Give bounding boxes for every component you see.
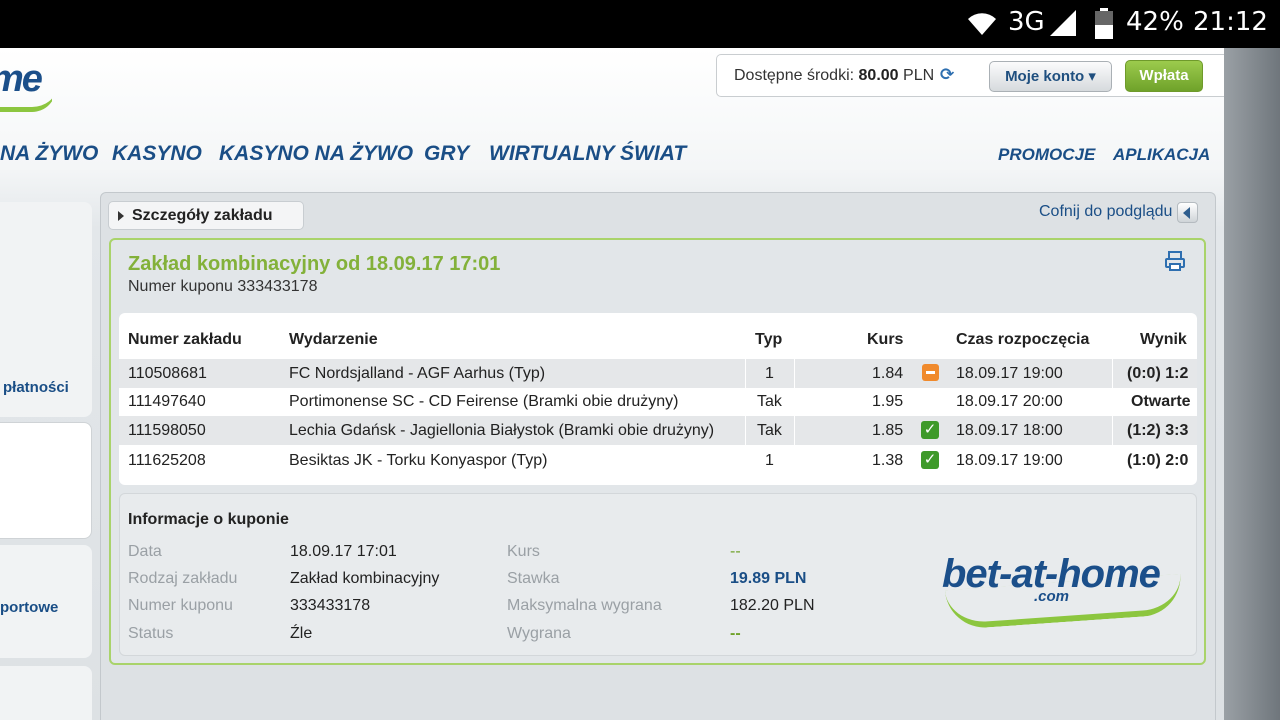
- back-arrow-icon[interactable]: [1177, 202, 1198, 223]
- info-label-bet-kind: Rodzaj zakładu: [128, 570, 238, 587]
- wifi-icon: [968, 13, 996, 35]
- battery-icon: [1095, 8, 1113, 39]
- bet-type: 1: [765, 365, 774, 382]
- col-bet-number: Numer zakładu: [128, 331, 242, 348]
- account-bar: Dostępne środki: 80.00 PLN ⟳ Moje konto …: [716, 54, 1224, 97]
- start-time: 18.09.17 20:00: [956, 393, 1063, 410]
- info-label-max-win: Maksymalna wygrana: [507, 597, 662, 614]
- bet-odds: 1.95: [872, 393, 904, 410]
- event-name: Lechia Gdańsk - Jagiellonia Białystok (B…: [289, 422, 715, 439]
- won-status-icon: ✓: [921, 421, 939, 439]
- start-time: 18.09.17 19:00: [956, 365, 1063, 382]
- bet-odds: 1.85: [872, 422, 904, 439]
- info-value-odds: --: [730, 543, 741, 560]
- event-name: Besiktas JK - Torku Konyaspor (Typ): [289, 452, 548, 469]
- col-result: Wynik: [1140, 331, 1187, 348]
- bet-number: 110508681: [128, 365, 207, 382]
- info-label-stake: Stawka: [507, 570, 560, 587]
- bet-title: Zakład kombinacyjny od 18.09.17 17:01: [128, 253, 501, 275]
- bet-result: (0:0) 1:2: [1127, 365, 1189, 382]
- nav-casino[interactable]: KASYNO: [112, 142, 202, 166]
- funds-currency: PLN: [903, 67, 935, 84]
- info-label-date: Data: [128, 543, 162, 560]
- info-label-odds: Kurs: [507, 543, 540, 560]
- info-value-win: --: [730, 625, 741, 642]
- info-value-coupon-number: 333433178: [290, 597, 371, 614]
- col-start-time: Czas rozpoczęcia: [956, 331, 1090, 348]
- event-name: FC Nordsjalland - AGF Aarhus (Typ): [289, 365, 546, 382]
- bet-odds: 1.38: [872, 452, 904, 469]
- sidebar-panel-blank: [0, 422, 92, 539]
- start-time: 18.09.17 19:00: [956, 452, 1063, 469]
- cell-divider: [745, 359, 746, 388]
- event-name: Portimonense SC - CD Feirense (Bramki ob…: [289, 393, 679, 410]
- network-type: 3G: [1008, 7, 1045, 37]
- cell-divider: [745, 416, 746, 445]
- sidebar-panel-more: [0, 666, 92, 720]
- bet-type: 1: [765, 452, 774, 469]
- start-time: 18.09.17 18:00: [956, 422, 1063, 439]
- battery-level: 42%: [1126, 7, 1184, 37]
- won-status-icon: ✓: [921, 451, 939, 469]
- bet-type: Tak: [757, 422, 782, 439]
- col-odds: Kurs: [867, 331, 904, 348]
- back-to-overview-link[interactable]: Cofnij do podglądu: [1039, 203, 1172, 221]
- my-account-button[interactable]: Moje konto ▾: [989, 61, 1112, 92]
- deposit-button[interactable]: Wpłata: [1125, 60, 1203, 92]
- cell-divider: [794, 359, 795, 388]
- print-icon[interactable]: [1164, 250, 1186, 272]
- nav-live-casino[interactable]: KASYNO NA ŻYWO: [219, 142, 413, 166]
- clock: 21:12: [1193, 7, 1268, 37]
- logo-domain: .com: [1034, 588, 1070, 605]
- breadcrumb[interactable]: Szczegóły zakładu: [108, 201, 304, 230]
- bet-result: (1:2) 3:3: [1127, 422, 1189, 439]
- funds-label: Dostępne środki:: [734, 67, 855, 84]
- bet-odds: 1.84: [872, 365, 904, 382]
- signal-icon: [1050, 10, 1076, 36]
- info-value-date: 18.09.17 17:01: [290, 543, 397, 560]
- bet-at-home-logo: bet-at-home .com: [936, 552, 1186, 632]
- refresh-icon[interactable]: ⟳: [940, 65, 954, 85]
- nav-promotions[interactable]: PROMOCJE: [998, 145, 1095, 165]
- bet-number: 111598050: [128, 422, 206, 439]
- breadcrumb-label: Szczegóły zakładu: [132, 207, 273, 224]
- sidebar-link-payments[interactable]: płatności: [3, 379, 69, 396]
- info-label-win: Wygrana: [507, 625, 571, 642]
- bet-number: 111625208: [128, 452, 206, 469]
- info-label-coupon-number: Numer kuponu: [128, 597, 233, 614]
- cell-divider: [1112, 359, 1113, 388]
- sidebar-link-sports[interactable]: portowe: [0, 599, 58, 616]
- info-value-max-win: 182.20 PLN: [730, 597, 815, 614]
- info-label-status: Status: [128, 625, 174, 642]
- bet-number: 111497640: [128, 393, 206, 410]
- lost-status-icon: [922, 364, 939, 381]
- nav-live[interactable]: NA ŻYWO: [0, 142, 98, 166]
- nav-virtual[interactable]: WIRTUALNY ŚWIAT: [489, 142, 686, 166]
- cell-divider: [1112, 416, 1113, 445]
- info-value-status: Źle: [290, 625, 313, 642]
- status-bar: 3G 42% 21:12: [0, 0, 1280, 48]
- bet-type: Tak: [757, 393, 782, 410]
- logo-swoosh: [0, 88, 52, 112]
- coupon-info-title: Informacje o kuponie: [128, 511, 289, 528]
- cell-divider: [794, 416, 795, 445]
- info-value-stake: 19.89 PLN: [730, 570, 807, 587]
- bet-result: Otwarte: [1131, 393, 1191, 410]
- screen-gutter: [1224, 48, 1280, 720]
- bet-result: (1:0) 2:0: [1127, 452, 1189, 469]
- nav-app[interactable]: APLIKACJA: [1113, 145, 1210, 165]
- available-funds: Dostępne środki: 80.00 PLN: [734, 67, 934, 85]
- caret-right-icon: [118, 211, 124, 221]
- funds-value: 80.00: [858, 67, 899, 84]
- col-event: Wydarzenie: [289, 331, 378, 348]
- nav-games[interactable]: GRY: [424, 142, 469, 166]
- col-type: Typ: [755, 331, 783, 348]
- brand-logo[interactable]: me: [0, 54, 52, 114]
- info-value-bet-kind: Zakład kombinacyjny: [290, 570, 440, 587]
- coupon-number: Numer kuponu 333433178: [128, 278, 318, 295]
